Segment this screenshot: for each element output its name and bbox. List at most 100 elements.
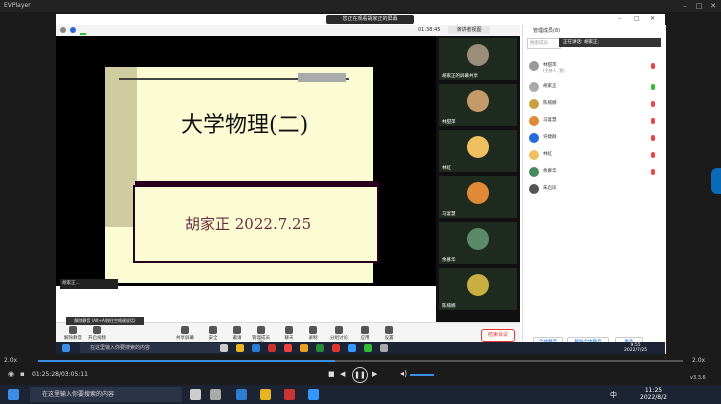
input-method[interactable]: 中 <box>610 390 617 400</box>
minimize-icon[interactable]: – <box>678 1 692 11</box>
participant-row[interactable]: 林虹 <box>529 148 659 162</box>
search-circle-icon[interactable] <box>190 389 201 400</box>
speed-right[interactable]: 2.0x <box>692 357 705 364</box>
unmute-tooltip: 解除静音 (Alt+A/按住空格键说话) <box>66 317 144 325</box>
video-tile[interactable]: 胡家正的屏幕共享 <box>439 38 517 80</box>
speed-left[interactable]: 2.0x <box>4 357 17 364</box>
taskview-icon[interactable] <box>220 344 228 352</box>
avatar <box>529 167 539 177</box>
windows-icon[interactable] <box>8 389 19 400</box>
participant-row[interactable]: 胡家正 <box>529 80 659 94</box>
toolbar-label: 设置 <box>384 336 394 341</box>
mic-icon[interactable] <box>651 152 655 158</box>
mic-icon[interactable] <box>651 169 655 175</box>
toolbar-icon <box>285 326 293 334</box>
avatar <box>467 274 489 296</box>
wps-icon[interactable] <box>268 344 276 352</box>
app-icon[interactable] <box>332 344 340 352</box>
toolbar-icon <box>93 326 101 334</box>
volume-slider[interactable] <box>410 374 434 376</box>
participant-list: 林甜萍 (主持人, 我) 胡家正陈楠娜马宴慧许婕群林虹余慕华朱启凤 <box>523 59 666 219</box>
stop-icon[interactable]: ■ <box>328 370 335 378</box>
stop-small-icon[interactable]: ▪ <box>20 370 25 378</box>
volume-icon[interactable]: ◂) <box>400 369 407 378</box>
wechat-icon[interactable] <box>364 344 372 352</box>
slide: 大学物理(二) 胡家正 2022.7.25 <box>105 67 379 283</box>
minimize-icon[interactable]: – <box>618 15 621 22</box>
participant-name: 林虹 <box>543 152 552 157</box>
app-icon[interactable] <box>284 344 292 352</box>
slide-chip <box>298 73 346 82</box>
video-tile[interactable]: 陈楠娜 <box>439 268 517 310</box>
inner-taskbar: 在这里输入你要搜索的内容 9:55 2022/7/25 <box>56 342 665 354</box>
avatar <box>529 133 539 143</box>
toolbar-label: 共享屏幕 <box>176 336 194 341</box>
player-title-bar: EVPlayer – □ ✕ <box>0 0 721 12</box>
panel-title: 管理成员(8) <box>533 28 561 34</box>
avatar <box>467 182 489 204</box>
toolbar-label: 安全 <box>208 336 218 341</box>
play-time: 01:25:28/03:05:11 <box>32 371 88 378</box>
info-icon[interactable] <box>60 27 66 33</box>
pause-button[interactable]: ❚❚ <box>352 367 368 383</box>
participant-row[interactable]: 余慕华 <box>529 165 659 179</box>
folder-icon[interactable] <box>260 389 271 400</box>
windows-icon[interactable] <box>62 344 70 352</box>
end-meeting-button[interactable]: 结束会议 <box>481 329 515 342</box>
folder-icon[interactable] <box>236 344 244 352</box>
wps-icon[interactable] <box>284 389 295 400</box>
inner-search-box[interactable]: 在这里输入你要搜索的内容 <box>80 343 220 353</box>
seek-bar[interactable]: 2.0x 2.0x <box>0 356 721 366</box>
toolbar-label: 开启视频 <box>88 336 106 341</box>
tile-name: 陈楠娜 <box>442 304 456 309</box>
prev-icon[interactable]: ◀ <box>340 370 345 378</box>
close-icon[interactable]: ✕ <box>706 1 720 11</box>
toolbar-label: 邀请 <box>232 336 242 341</box>
toolbar-label: 解除静音 <box>64 336 82 341</box>
video-tile[interactable]: 马宴慧 <box>439 176 517 218</box>
toolbar-icon <box>181 326 189 334</box>
mic-icon[interactable] <box>651 135 655 141</box>
app-icon[interactable] <box>380 344 388 352</box>
toolbar-icon <box>209 326 217 334</box>
member-search-input[interactable]: 搜索成员 <box>527 38 561 49</box>
outer-date: 2022/8/2 <box>640 394 667 401</box>
toolbar-label: 分组讨论 <box>330 336 348 341</box>
record-icon[interactable]: ◉ <box>8 370 14 378</box>
maximize-icon[interactable]: □ <box>634 15 640 22</box>
side-handle[interactable] <box>711 168 721 194</box>
participant-row[interactable]: 马宴慧 <box>529 114 659 128</box>
participant-name: 朱启凤 <box>543 186 557 191</box>
app-icon[interactable] <box>316 344 324 352</box>
maximize-icon[interactable]: □ <box>692 1 706 11</box>
slide-subtitle-box: 胡家正 2022.7.25 <box>133 181 379 263</box>
next-icon[interactable]: ▶ <box>372 370 377 378</box>
participant-row[interactable]: 林甜萍 (主持人, 我) <box>529 59 659 73</box>
player-app-icon[interactable] <box>308 389 319 400</box>
view-toggle[interactable]: 演讲者视图 <box>448 26 490 34</box>
participant-row[interactable]: 陈楠娜 <box>529 97 659 111</box>
participant-name: 胡家正 <box>543 84 557 89</box>
tile-name: 余慕华 <box>442 258 456 263</box>
participants-panel: 管理成员(8) 搜索成员 正在讲话: 胡家正; 林甜萍 (主持人, 我) 胡家正 陈楠… <box>522 25 666 354</box>
mic-icon[interactable] <box>651 63 655 69</box>
mic-icon[interactable] <box>651 101 655 107</box>
shared-screen: 大学物理(二) 胡家正 2022.7.25 胡家正... <box>56 36 436 289</box>
avatar <box>467 228 489 250</box>
video-tile[interactable]: 余慕华 <box>439 222 517 264</box>
mic-icon[interactable] <box>651 84 655 90</box>
meeting-app-icon[interactable] <box>348 344 356 352</box>
video-tile[interactable]: 林虹 <box>439 130 517 172</box>
edge-icon[interactable] <box>252 344 260 352</box>
shield-icon[interactable] <box>70 27 76 33</box>
video-gallery: 胡家正的屏幕共享 林甜萍 林虹 马宴慧余慕华陈楠娜 <box>436 36 520 326</box>
video-tile[interactable]: 林甜萍 <box>439 84 517 126</box>
close-icon[interactable]: ✕ <box>650 15 655 22</box>
participant-row[interactable]: 许婕群 <box>529 131 659 145</box>
outer-search-box[interactable]: 在这里输入你要搜索的内容 <box>30 387 182 402</box>
mic-icon[interactable] <box>651 118 655 124</box>
edge-icon[interactable] <box>236 389 247 400</box>
taskview-icon[interactable] <box>210 389 221 400</box>
chrome-icon[interactable] <box>300 344 308 352</box>
participant-row[interactable]: 朱启凤 <box>529 182 659 196</box>
